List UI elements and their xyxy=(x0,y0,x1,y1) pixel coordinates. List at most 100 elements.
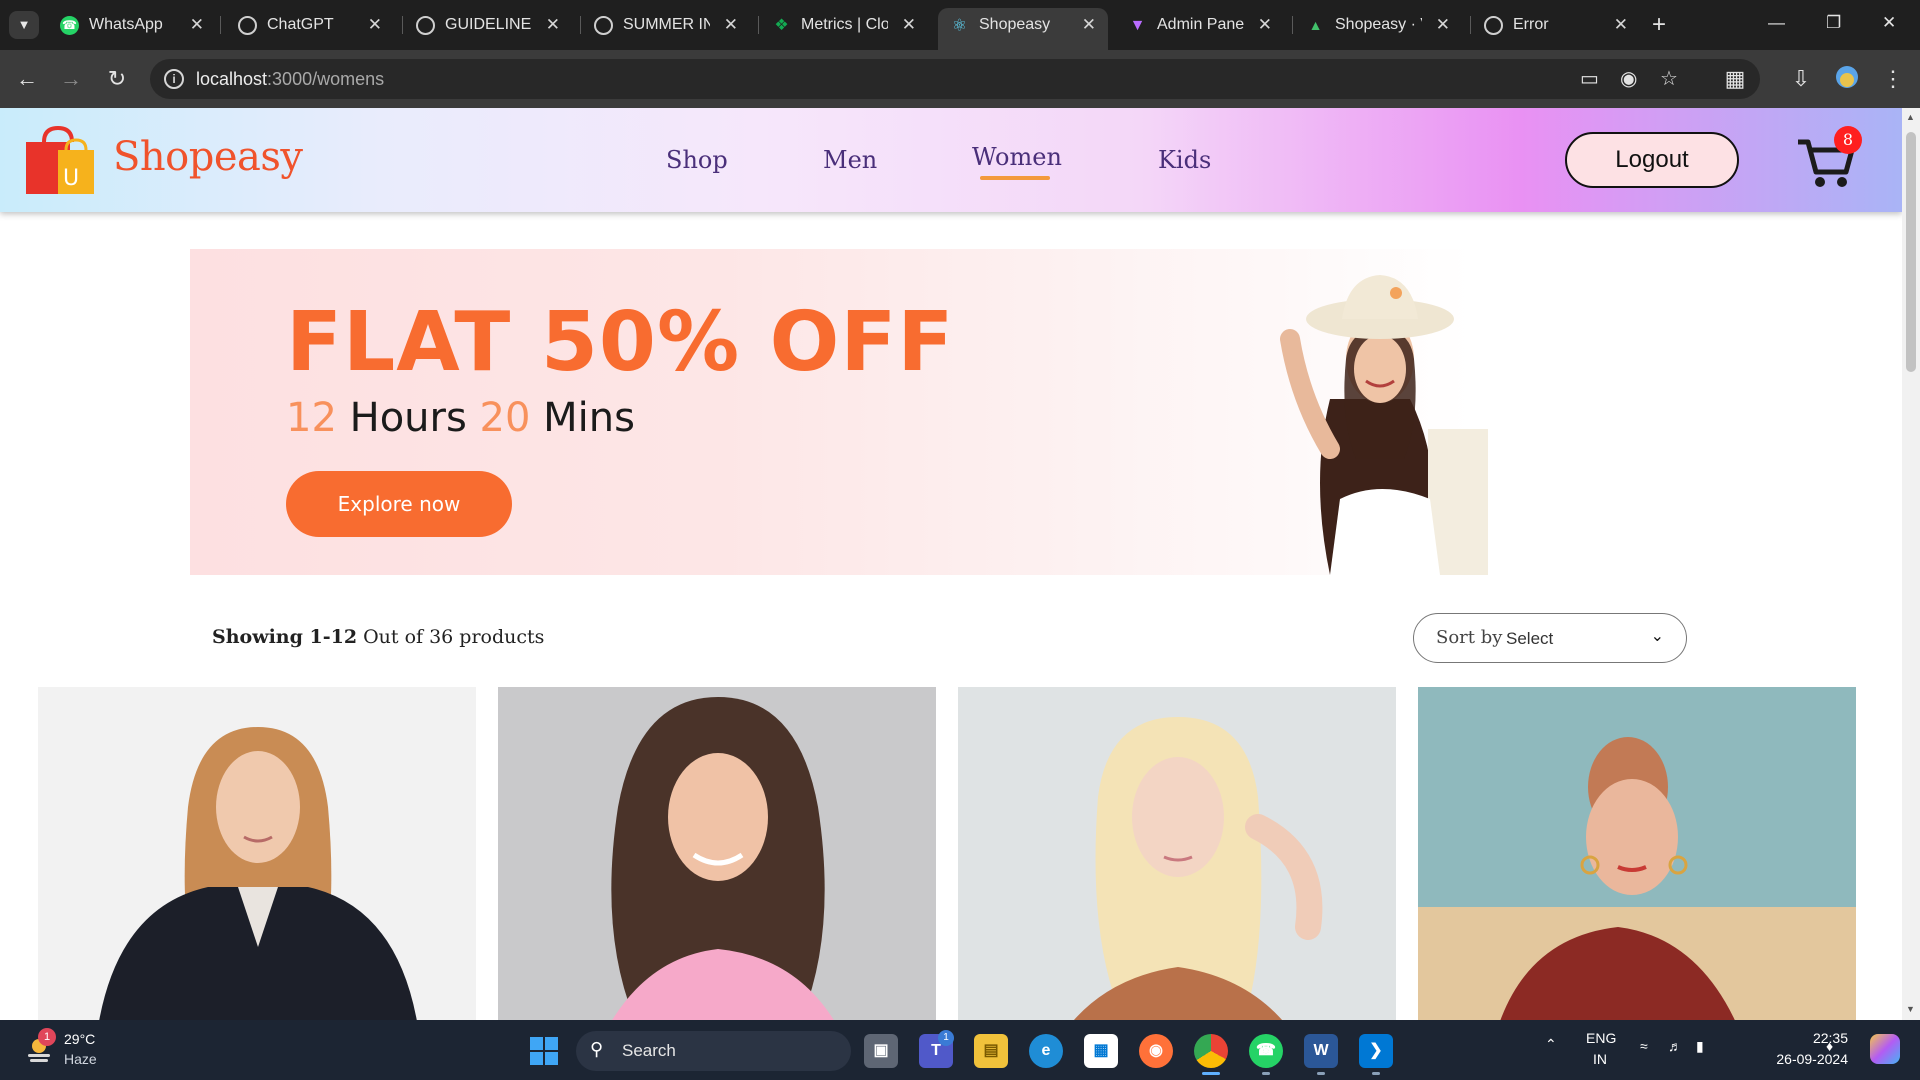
task-view-icon[interactable]: ▣ xyxy=(864,1034,898,1068)
vercel-icon: ▲ xyxy=(1308,17,1323,33)
hero-hours-value: 12 xyxy=(286,395,337,441)
wifi-icon[interactable]: ≈ xyxy=(1640,1038,1648,1054)
word-running-indicator xyxy=(1317,1072,1325,1075)
page-scrollbar[interactable]: ▲ ▼ xyxy=(1902,108,1920,1020)
download-icon[interactable]: ⇩ xyxy=(1786,64,1816,94)
showing-count: Showing 1-12 Out of 36 products xyxy=(212,626,544,648)
hero-hours-label: Hours xyxy=(349,395,467,441)
windows-start-icon[interactable] xyxy=(530,1037,558,1065)
close-tab-icon[interactable]: ✕ xyxy=(724,8,738,42)
word-icon[interactable]: W xyxy=(1304,1034,1338,1068)
tab-metrics[interactable]: ❖ Metrics | Clou ✕ xyxy=(760,8,928,42)
product-image xyxy=(38,687,476,1020)
weather-temperature[interactable]: 29°C xyxy=(64,1031,95,1047)
tab-guidelines[interactable]: GUIDELINES I ✕ xyxy=(404,8,572,42)
nav-active-underline xyxy=(980,176,1050,180)
clock-time[interactable]: 22:35 xyxy=(1776,1030,1848,1046)
close-tab-icon[interactable]: ✕ xyxy=(1082,8,1096,42)
nav-kids[interactable]: Kids xyxy=(1158,146,1211,174)
tab-admin-panel[interactable]: ▼ Admin Panel ✕ xyxy=(1116,8,1284,42)
whatsapp-icon: ☎ xyxy=(60,16,79,35)
logout-button[interactable]: Logout xyxy=(1565,132,1739,188)
url-text[interactable]: localhost:3000/womens xyxy=(196,59,384,99)
windows-taskbar: 1 29°C Haze ⚲ Search ▣ T 1 ▤ e ▦ ◉ ☎ W ❯… xyxy=(0,1020,1920,1080)
more-menu-icon[interactable]: ⋮ xyxy=(1878,64,1908,94)
tray-overflow-chevron-icon[interactable]: ⌃ xyxy=(1545,1036,1557,1053)
close-tab-icon[interactable]: ✕ xyxy=(902,8,916,42)
extensions-puzzle-icon[interactable]: ▦ xyxy=(1720,64,1750,94)
chrome-active-indicator xyxy=(1202,1072,1220,1075)
sort-dropdown[interactable]: Sort by Select ⌄ xyxy=(1413,613,1687,663)
sort-label: Sort by xyxy=(1436,627,1503,648)
weather-description[interactable]: Haze xyxy=(64,1051,97,1067)
tab-summer-int[interactable]: SUMMER INT ✕ xyxy=(582,8,750,42)
install-app-icon[interactable]: ▭ xyxy=(1580,65,1599,93)
copilot-icon[interactable] xyxy=(1870,1034,1900,1064)
chrome-icon[interactable] xyxy=(1194,1034,1228,1068)
close-tab-icon[interactable]: ✕ xyxy=(368,8,382,42)
tab-error[interactable]: Error ✕ xyxy=(1472,8,1640,42)
eye-icon[interactable]: ◉ xyxy=(1620,65,1637,93)
close-tab-icon[interactable]: ✕ xyxy=(1614,8,1628,42)
scroll-up-arrow-icon[interactable]: ▲ xyxy=(1906,112,1915,122)
notification-bell-icon[interactable]: ♦ xyxy=(1826,1038,1833,1054)
brand-name[interactable]: Shopeasy xyxy=(113,134,303,180)
vite-icon: ▼ xyxy=(1129,17,1146,34)
weather-notification-badge: 1 xyxy=(38,1028,56,1046)
mongodb-leaf-icon: ❖ xyxy=(774,17,789,34)
react-icon: ⚛ xyxy=(951,16,968,35)
volume-icon[interactable]: ♬ xyxy=(1668,1038,1682,1054)
bookmark-star-icon[interactable]: ☆ xyxy=(1660,65,1678,93)
language-region[interactable]: IN xyxy=(1593,1051,1607,1067)
tab-title: WhatsApp xyxy=(89,16,163,33)
site-navbar: U Shopeasy Shop Men Women Kids Logout 8 xyxy=(0,108,1902,212)
microsoft-store-icon[interactable]: ▦ xyxy=(1084,1034,1118,1068)
tab-search-chevron-icon[interactable]: ▼ xyxy=(9,11,39,39)
tab-separator xyxy=(1470,16,1471,34)
edge-icon[interactable]: e xyxy=(1029,1034,1063,1068)
tab-whatsapp[interactable]: ☎ WhatsApp ✕ xyxy=(48,8,216,42)
file-explorer-icon[interactable]: ▤ xyxy=(974,1034,1008,1068)
new-tab-plus-icon[interactable]: + xyxy=(1652,11,1666,39)
reload-icon[interactable]: ↻ xyxy=(102,64,132,94)
browser-toolbar: ← → ↻ i localhost:3000/womens ▭ ◉ ☆ ▦ ⇩ … xyxy=(0,50,1920,108)
close-tab-icon[interactable]: ✕ xyxy=(190,8,204,42)
tab-shopeasy-active[interactable]: ⚛ Shopeasy ✕ xyxy=(938,8,1108,50)
minimize-icon[interactable]: — xyxy=(1768,9,1785,37)
nav-women[interactable]: Women xyxy=(972,143,1062,171)
url-path: :3000/womens xyxy=(267,69,385,89)
restore-icon[interactable]: ❐ xyxy=(1826,9,1841,37)
search-icon: ⚲ xyxy=(590,1039,604,1059)
whatsapp-taskbar-icon[interactable]: ☎ xyxy=(1249,1034,1283,1068)
back-arrow-icon[interactable]: ← xyxy=(12,64,42,94)
nav-shop[interactable]: Shop xyxy=(666,146,728,174)
nav-men[interactable]: Men xyxy=(823,146,877,174)
scrollbar-thumb[interactable] xyxy=(1906,132,1916,372)
firefox-icon[interactable]: ◉ xyxy=(1139,1034,1173,1068)
language-code[interactable]: ENG xyxy=(1586,1030,1616,1046)
product-card-1[interactable] xyxy=(38,687,476,1020)
close-tab-icon[interactable]: ✕ xyxy=(1436,8,1450,42)
tab-title: Shopeasy · V xyxy=(1335,16,1422,33)
battery-icon[interactable]: ▮ xyxy=(1696,1038,1704,1055)
close-window-icon[interactable]: ✕ xyxy=(1882,9,1896,37)
cart-count-badge: 8 xyxy=(1834,126,1862,154)
tab-shopeasy-vercel[interactable]: ▲ Shopeasy · V ✕ xyxy=(1294,8,1462,42)
product-card-2[interactable] xyxy=(498,687,936,1020)
vscode-icon[interactable]: ❯ xyxy=(1359,1034,1393,1068)
vscode-running-indicator xyxy=(1372,1072,1380,1075)
close-tab-icon[interactable]: ✕ xyxy=(1258,8,1272,42)
product-card-3[interactable] xyxy=(958,687,1396,1020)
explore-now-button[interactable]: Explore now xyxy=(286,471,512,537)
profile-avatar-icon[interactable] xyxy=(1832,64,1862,94)
taskbar-search-box[interactable]: ⚲ Search xyxy=(576,1031,851,1071)
product-card-4[interactable] xyxy=(1418,687,1856,1020)
close-tab-icon[interactable]: ✕ xyxy=(546,8,560,42)
site-info-icon[interactable]: i xyxy=(164,69,184,89)
tab-title: Admin Panel xyxy=(1157,16,1244,33)
scroll-down-arrow-icon[interactable]: ▼ xyxy=(1906,1004,1915,1014)
tab-chatgpt[interactable]: ChatGPT ✕ xyxy=(226,8,394,42)
address-bar[interactable]: i localhost:3000/womens ▭ ◉ ☆ xyxy=(150,59,1760,99)
forward-arrow-icon[interactable]: → xyxy=(56,64,86,94)
url-host: localhost xyxy=(196,69,268,89)
